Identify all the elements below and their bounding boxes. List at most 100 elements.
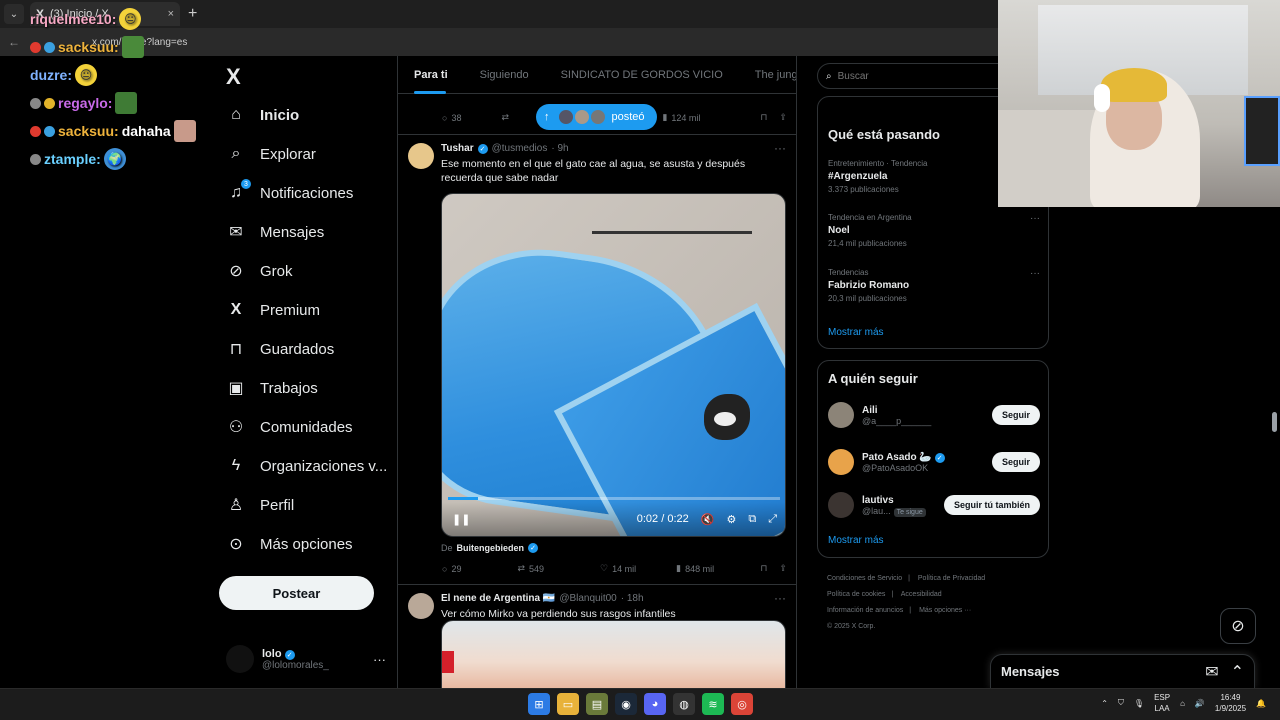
discord-icon[interactable]: ◕ (644, 693, 666, 715)
post-button[interactable]: Postear (219, 576, 374, 610)
share-button[interactable]: ⇪ (779, 112, 787, 123)
nav-item-inicio[interactable]: ⌂ Inicio (226, 102, 299, 128)
microphone-icon[interactable]: 🎙 (1134, 699, 1144, 708)
nav-item-perfil[interactable]: ♙ Perfil (226, 492, 294, 518)
volume-icon[interactable]: 🔊 (1195, 699, 1205, 708)
language-indicator[interactable]: ESP LAA (1154, 692, 1170, 714)
tweet-more-icon[interactable]: ··· (774, 591, 786, 605)
views-button[interactable]: ▮ 124 mil (662, 112, 700, 123)
tweet-time[interactable]: · 9h (551, 143, 568, 154)
follow-suggestion[interactable]: Pato Asado 🦢 ✓ @PatoAsadoOK Seguir (828, 446, 1040, 478)
follow-suggestion[interactable]: Aili @a____p______ Seguir (828, 399, 1040, 431)
tweet[interactable]: El nene de Argentina 🇦🇷 @Blanquit00 · 18… (398, 584, 796, 688)
fullscreen-icon[interactable]: ⤢ (768, 513, 777, 526)
nav-item-grok[interactable]: ⊘ Grok (226, 258, 292, 284)
pip-icon[interactable]: ⧉ (748, 513, 756, 526)
follow-suggestion[interactable]: lautivs @lau... Te sigue Seguir tú tambié… (828, 489, 1040, 521)
tweet-author-name[interactable]: El nene de Argentina 🇦🇷 (441, 593, 555, 604)
pause-icon[interactable]: ❚❚ (452, 513, 470, 526)
obs-icon[interactable]: ◍ (673, 693, 695, 715)
show-more-follows-link[interactable]: Mostrar más (828, 535, 884, 546)
footer-link[interactable]: Política de Privacidad (918, 575, 985, 582)
nav-item-comunidades[interactable]: ⚇ Comunidades (226, 414, 353, 440)
tweet-more-icon[interactable]: ··· (774, 141, 786, 155)
tweet-image[interactable] (441, 620, 786, 688)
tab-search-dropdown-icon[interactable]: ⌄ (4, 4, 24, 24)
trend-more-icon[interactable]: ··· (1030, 268, 1040, 279)
footer-link[interactable]: Condiciones de Servicio (827, 575, 902, 582)
footer-link[interactable]: Accesibilidad (901, 591, 942, 598)
footer-link[interactable]: Más opciones ··· (919, 607, 971, 614)
search-input[interactable] (837, 70, 988, 82)
reply-button[interactable]: ○ 29 (442, 564, 461, 574)
spotify-icon[interactable]: ≋ (702, 693, 724, 715)
new-message-icon[interactable]: ✉ (1205, 662, 1218, 682)
notification-bell-icon[interactable]: 🔔 (1256, 699, 1266, 708)
like-button[interactable]: ♡ 14 mil (600, 563, 636, 574)
avatar[interactable] (408, 593, 434, 619)
mute-icon[interactable]: 🔇 (701, 513, 715, 526)
chevron-up-icon[interactable]: ⌃ (1101, 699, 1108, 708)
chrome-icon[interactable]: ◎ (731, 693, 753, 715)
reply-button[interactable]: ○ 38 (442, 113, 461, 123)
tweet-time[interactable]: · 18h (621, 593, 644, 604)
account-switcher[interactable]: lolo ✓ @lolomorales_ ··· (226, 641, 386, 677)
video-progress-bar[interactable] (448, 497, 780, 500)
app-icon[interactable]: ▤ (586, 693, 608, 715)
avatar (589, 109, 606, 125)
tweet-handle[interactable]: @tusmedios (492, 143, 548, 154)
scrollbar-thumb[interactable] (1272, 412, 1277, 432)
views-button[interactable]: ▮ 848 mil (676, 563, 714, 574)
settings-icon[interactable]: ⚙ (726, 513, 736, 526)
red-badge-icon (30, 41, 41, 53)
tweet[interactable]: Tushar ✓ @tusmedios · 9h ··· Ese momento… (398, 134, 796, 584)
network-icon[interactable]: ⌂ (1180, 699, 1185, 708)
windows-start-icon[interactable]: ⊞ (528, 693, 550, 715)
new-posts-pill[interactable]: ↑ posteó (536, 104, 657, 130)
back-icon[interactable]: ← (8, 35, 20, 49)
steam-icon[interactable]: ◉ (615, 693, 637, 715)
follow-back-button[interactable]: Seguir tú también (943, 495, 1040, 515)
tab-the-jungle[interactable]: The jungle (739, 56, 796, 94)
grok-floating-button[interactable]: ⊘ (1220, 608, 1256, 644)
tab-para-ti[interactable]: Para ti (398, 56, 464, 94)
bookmark-button[interactable]: ⊓ (760, 563, 767, 574)
source-name[interactable]: Buitengebieden (457, 543, 525, 553)
more-icon[interactable]: ··· (373, 652, 386, 667)
nav-item-mensajes[interactable]: ✉ Mensajes (226, 219, 324, 245)
x-premium-icon: X (230, 301, 242, 318)
tab-siguiendo[interactable]: Siguiendo (464, 56, 545, 94)
footer-link[interactable]: Política de cookies (827, 591, 885, 598)
nav-item-mas-opciones[interactable]: ⊙ Más opciones (226, 531, 352, 557)
nav-item-explorar[interactable]: ⌕ Explorar (226, 141, 316, 167)
retweet-button[interactable]: ⇄ (501, 112, 509, 123)
bookmark-button[interactable]: ⊓ (760, 112, 767, 123)
tweet-author-name[interactable]: Tushar (441, 143, 474, 154)
file-explorer-icon[interactable]: ▭ (557, 693, 579, 715)
nav-item-organizaciones[interactable]: ϟ Organizaciones v... (226, 453, 388, 479)
nav-item-premium[interactable]: X Premium (226, 297, 320, 323)
trend-item[interactable]: Tendencias Fabrizio Romano 20,3 mil publ… (828, 268, 1040, 303)
footer-link[interactable]: Información de anuncios (827, 607, 903, 614)
retweet-button[interactable]: ⇄ 549 (517, 563, 544, 574)
chevron-up-icon[interactable]: ⌃ (1231, 662, 1244, 682)
security-icon[interactable]: ⛉ (1118, 698, 1124, 708)
nav-label: Mensajes (260, 223, 325, 241)
messages-drawer[interactable]: Mensajes ✉ ⌃ (990, 654, 1255, 688)
show-more-trends-link[interactable]: Mostrar más (828, 327, 884, 338)
tab-sindicato[interactable]: SINDICATO DE GORDOS VICIO (545, 56, 739, 94)
tweet-video[interactable]: ❚❚ 0:02 / 0:22 🔇 ⚙ ⧉ ⤢ (441, 193, 786, 537)
trend-more-icon[interactable]: ··· (1030, 213, 1040, 224)
follow-button[interactable]: Seguir (991, 452, 1040, 472)
x-logo-icon[interactable]: X (226, 64, 241, 90)
avatar[interactable] (408, 143, 434, 169)
nav-item-guardados[interactable]: ⊓ Guardados (226, 336, 334, 362)
nav-item-trabajos[interactable]: ▣ Trabajos (226, 375, 317, 401)
follow-button[interactable]: Seguir (991, 405, 1040, 425)
nav-item-notificaciones[interactable]: ♫ 3 Notificaciones (226, 179, 353, 206)
tweet-handle[interactable]: @Blanquit00 (559, 593, 616, 604)
share-button[interactable]: ⇪ (779, 563, 787, 574)
trend-item[interactable]: Tendencia en Argentina Noel 21,4 mil pub… (828, 213, 1040, 248)
search-box[interactable]: ⌕ (817, 63, 1017, 89)
clock[interactable]: 16:49 1/9/2025 (1215, 692, 1246, 714)
